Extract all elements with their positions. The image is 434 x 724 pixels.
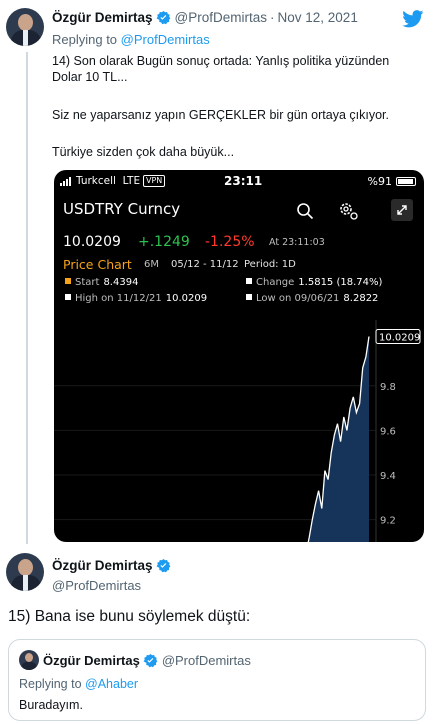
- stat-low: Low on 09/06/21 8.2822: [246, 293, 378, 304]
- replying-prefix: Replying to: [19, 677, 86, 691]
- price-chart: 9.2 9.4 9.6 9.8 10.0209: [54, 320, 421, 542]
- last-value-label: 10.0209: [379, 332, 420, 343]
- replying-to: Replying to @ProfDemirtas: [52, 32, 210, 47]
- battery-percent: %91: [367, 175, 392, 188]
- replying-prefix: Replying to: [52, 32, 121, 47]
- stat-high: High on 11/12/21 10.0209: [65, 293, 207, 304]
- price-chart-label: Price Chart: [63, 257, 132, 272]
- quoted-tweet[interactable]: Özgür Demirtaş @ProfDemirtas Replying to…: [8, 639, 426, 721]
- author-handle: @ProfDemirtas: [161, 653, 251, 668]
- chart-dates: 05/12 - 11/12: [171, 259, 239, 270]
- avatar[interactable]: [6, 553, 44, 591]
- price-change-percent: -1.25%: [205, 234, 255, 250]
- avatar[interactable]: [6, 8, 44, 46]
- chart-period: Period: 1D: [244, 259, 296, 270]
- carrier-name: Turkcell LTE: [76, 175, 141, 187]
- verified-badge-icon: [143, 653, 158, 668]
- series-area: [306, 336, 369, 542]
- attached-screenshot[interactable]: Turkcell LTE VPN 23:11 %91 USDTRY Curncy…: [54, 170, 424, 542]
- y-tick-label: 9.4: [380, 471, 396, 482]
- tweet-header: Özgür Demirtaş @ProfDemirtas · Nov 12, 2…: [52, 10, 358, 25]
- stat-start: Start 8.4394: [65, 277, 138, 288]
- stat-change: Change 1.5815 (18.74%): [246, 277, 382, 288]
- tweet-text-line: Türkiye sizden çok daha büyük...: [52, 145, 235, 159]
- start-marker: [65, 278, 71, 284]
- verified-badge-icon: [156, 10, 170, 25]
- quoted-text: Buradayım.: [19, 698, 83, 712]
- expand-icon: [391, 199, 413, 221]
- replying-to: Replying to @Ahaber: [19, 677, 138, 691]
- separator-dot: ·: [270, 10, 275, 25]
- signal-icon: [60, 177, 71, 186]
- tweet-text: 15) Bana ise bunu söylemek düştü:: [8, 608, 251, 625]
- price-change: +.1249: [138, 234, 190, 250]
- low-marker: [246, 294, 252, 300]
- phone-status-bar: Turkcell LTE VPN 23:11 %91: [54, 174, 424, 190]
- author-name[interactable]: Özgür Demirtaş: [52, 558, 153, 573]
- y-tick-label: 9.6: [380, 426, 396, 437]
- quoted-header: Özgür Demirtaş @ProfDemirtas: [43, 653, 251, 668]
- y-tick-label: 9.2: [380, 516, 396, 527]
- tweet-text-line: Dolar 10 TL...: [52, 70, 128, 84]
- tweet-header: Özgür Demirtaş: [52, 558, 175, 573]
- search-icon: [297, 203, 314, 220]
- replying-to-link[interactable]: @Ahaber: [85, 677, 138, 691]
- verified-badge-icon: [156, 558, 170, 573]
- y-tick-label: 9.8: [380, 382, 396, 393]
- author-name: Özgür Demirtaş: [43, 653, 140, 668]
- author-name[interactable]: Özgür Demirtaş: [52, 10, 153, 25]
- last-price: 10.0209: [63, 234, 121, 250]
- quote-timestamp: At 23:11:03: [269, 237, 325, 248]
- vpn-badge: VPN: [143, 175, 166, 187]
- phone-clock: 23:11: [224, 174, 263, 188]
- author-handle[interactable]: @ProfDemirtas: [175, 10, 267, 25]
- chart-range: 6M: [144, 259, 159, 270]
- security-title: USDTRY Curncy: [63, 200, 181, 218]
- twitter-bird-icon[interactable]: [402, 10, 424, 28]
- tweet-date[interactable]: Nov 12, 2021: [278, 10, 358, 25]
- replying-to-link[interactable]: @ProfDemirtas: [121, 32, 210, 47]
- battery-icon: [396, 177, 416, 186]
- high-marker: [65, 294, 71, 300]
- change-marker: [246, 278, 252, 284]
- settings-icon: [340, 203, 358, 220]
- tweet-text-line: Siz ne yaparsanız yapın GERÇEKLER bir gü…: [52, 108, 389, 122]
- avatar: [19, 650, 39, 670]
- author-handle[interactable]: @ProfDemirtas: [52, 578, 141, 593]
- tweet-first: Özgür Demirtaş @ProfDemirtas · Nov 12, 2…: [0, 0, 434, 548]
- thread-line: [26, 52, 28, 544]
- tweet-text-line: 14) Son olarak Bugün sonuç ortada: Yanlı…: [52, 54, 390, 68]
